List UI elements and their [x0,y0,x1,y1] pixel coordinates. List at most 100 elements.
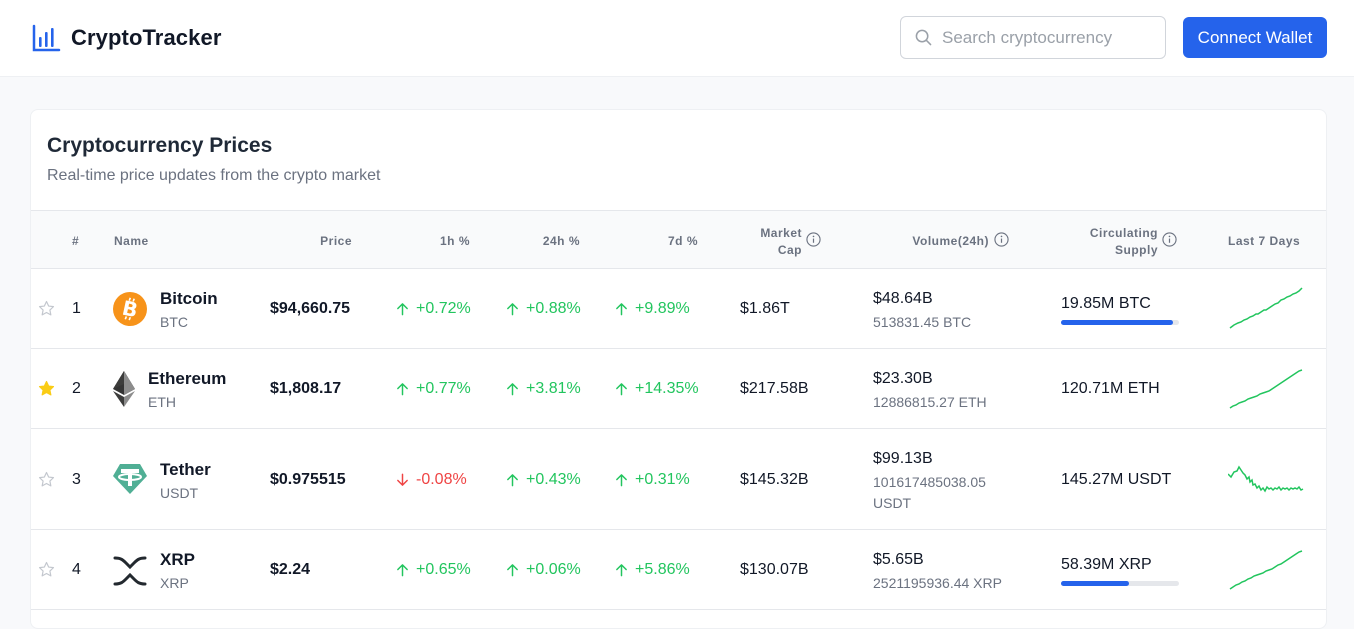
arrow-up-icon [616,564,627,577]
star-icon[interactable] [38,471,55,488]
search-box[interactable] [900,16,1166,59]
arrow-up-icon [616,474,627,487]
market-cap: $130.07B [740,561,809,578]
volume-usd: $48.64B [873,290,933,307]
change-1h-value: +0.72% [416,300,471,317]
change-1h: +0.72% [396,300,471,318]
arrow-up-icon [507,564,518,577]
coin-symbol: XRP [160,575,189,591]
change-7d-value: +9.89% [635,300,690,317]
coin-name[interactable]: XRP [160,550,195,570]
volume-coin: 2521195936.44 XRP [873,575,1002,591]
volume-usd: $5.65B [873,551,924,568]
table-row[interactable]: 1 B Bitcoin BTC $94,660.75 +0.72% +0.88%… [31,269,1326,349]
col-market-cap-line1: Market [760,226,802,240]
table-row[interactable]: 2 Ethereum ETH $1,808.17 +0.77% +3.81% +… [31,349,1326,429]
arrow-up-icon [616,383,627,396]
star-filled-icon[interactable] [38,380,55,397]
rank: 2 [72,380,81,397]
change-7d: +9.89% [615,300,690,318]
star-icon[interactable] [38,300,55,317]
col-price[interactable]: Price [291,234,352,248]
circulating-supply: 58.39M XRP [1061,556,1152,573]
search-input[interactable] [942,27,1152,48]
sparkline-chart [1229,369,1303,409]
col-7d[interactable]: 7d % [631,234,698,248]
connect-wallet-button[interactable]: Connect Wallet [1183,17,1327,58]
volume-coin: 513831.45 BTC [873,314,972,330]
info-icon[interactable] [994,232,1009,247]
price: $2.24 [270,561,311,578]
col-market-cap[interactable]: Market Cap [736,225,802,259]
card-title: Cryptocurrency Prices [47,134,273,157]
price: $1,808.17 [270,380,342,397]
price: $94,660.75 [270,300,351,317]
arrow-up-icon [507,303,518,316]
sparkline-chart [1229,287,1303,329]
coin-name[interactable]: Bitcoin [160,289,218,309]
xrp-icon [113,556,147,586]
table-row[interactable]: 4 XRP XRP $2.24 +0.65% +0.06% +5.86% $13… [31,530,1326,610]
change-1h: +0.77% [396,380,471,398]
supply-progress-bar [1061,581,1179,586]
change-24h: +0.06% [506,561,581,579]
sparkline-chart [1229,550,1303,590]
change-7d: +0.31% [615,471,690,489]
market-cap: $217.58B [740,380,809,397]
rank: 3 [72,471,81,488]
table-row[interactable]: 3 Tether USDT $0.975515 -0.08% +0.43% +0… [31,429,1326,530]
tether-icon [113,464,147,494]
supply-progress-fill [1061,320,1173,325]
col-name[interactable]: Name [114,234,149,248]
app-name: CryptoTracker [71,25,222,50]
coin-symbol: BTC [160,314,188,330]
arrow-up-icon [397,383,408,396]
col-circulating-supply[interactable]: Circulating Supply [1071,225,1158,259]
change-1h-value: -0.08% [416,471,467,488]
change-7d-value: +14.35% [635,380,699,397]
table-header: # Name Price 1h % 24h % 7d % Market Cap … [31,210,1326,269]
change-7d: +5.86% [615,561,690,579]
change-24h: +3.81% [506,380,581,398]
star-icon[interactable] [38,561,55,578]
rank: 1 [72,300,81,317]
change-1h: +0.65% [396,561,471,579]
info-icon[interactable] [806,232,821,247]
supply-progress-fill [1061,581,1130,586]
col-market-cap-line2: Cap [777,243,802,257]
arrow-up-icon [397,564,408,577]
volume-coin: 101617485038.05 USDT [873,474,986,511]
coin-name[interactable]: Ethereum [148,369,226,389]
price: $0.975515 [270,471,346,488]
change-24h-value: +0.88% [526,300,581,317]
arrow-up-icon [507,474,518,487]
col-supply-line2: Supply [1114,243,1158,257]
coin-name[interactable]: Tether [160,460,211,480]
col-rank: # [72,234,80,248]
prices-card: Cryptocurrency Prices Real-time price up… [30,109,1327,629]
market-cap: $145.32B [740,471,809,488]
arrow-up-icon [616,303,627,316]
col-24h[interactable]: 24h % [521,234,580,248]
col-volume[interactable]: Volume(24h) [889,234,989,248]
change-24h: +0.43% [506,471,581,489]
change-7d: +14.35% [615,380,699,398]
volume-usd: $23.30B [873,370,933,387]
circulating-supply: 120.71M ETH [1061,380,1160,397]
arrow-up-icon [397,303,408,316]
market-cap: $1.86T [740,300,790,317]
supply-progress-bar [1061,320,1179,325]
change-1h-value: +0.77% [416,380,471,397]
circulating-supply: 19.85M BTC [1061,295,1151,312]
col-1h[interactable]: 1h % [411,234,470,248]
arrow-up-icon [507,383,518,396]
info-icon[interactable] [1162,232,1177,247]
volume-coin: 12886815.27 ETH [873,394,987,410]
sparkline-chart [1228,465,1304,493]
col-last-7-days: Last 7 Days [1228,234,1301,248]
change-24h-value: +3.81% [526,380,581,397]
change-24h-value: +0.43% [526,471,581,488]
logo[interactable]: CryptoTracker [31,23,221,53]
col-supply-line1: Circulating [1089,226,1158,240]
bitcoin-icon: B [113,292,147,326]
